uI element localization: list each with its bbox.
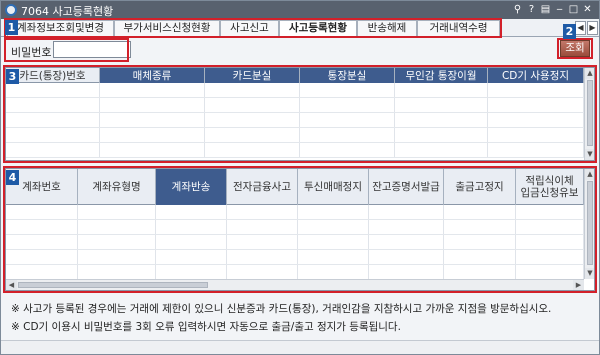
- minimize-icon[interactable]: ‒: [553, 3, 566, 16]
- app-icon: [5, 4, 17, 16]
- col-withdrawal-suspend[interactable]: 출금고정지: [444, 169, 516, 205]
- card-accident-grid: 카드(통장)번호 매체종류 카드분실 통장분실 무인감 통장이월 CD기 사용정…: [5, 67, 595, 161]
- scroll-right-icon[interactable]: ▶: [573, 280, 584, 290]
- card-grid-body: [6, 83, 584, 158]
- password-input[interactable]: [53, 41, 131, 58]
- tab-accident-report[interactable]: 사고신고: [220, 20, 279, 37]
- account-grid-body: [6, 205, 584, 280]
- scroll-thumb[interactable]: [587, 80, 593, 146]
- col-card-lost[interactable]: 카드분실: [205, 68, 300, 83]
- account-grid-vscrollbar[interactable]: ▲ ▼: [584, 169, 594, 279]
- col-e-finance-accident[interactable]: 전자금융사고: [227, 169, 298, 205]
- tab-bar: 계좌정보조회및변경 부가서비스신청현황 사고신고 사고등록현황 반송해제 거래내…: [1, 19, 599, 38]
- tab-return-release[interactable]: 반송해제: [357, 20, 417, 37]
- scroll-down-icon[interactable]: ▼: [585, 149, 594, 160]
- tab-accident-status[interactable]: 사고등록현황: [279, 20, 357, 38]
- status-bar: [1, 340, 599, 354]
- tab-additional-service[interactable]: 부가서비스신청현황: [114, 20, 220, 37]
- scroll-thumb[interactable]: [587, 181, 593, 265]
- scroll-up-icon[interactable]: ▲: [585, 68, 594, 79]
- search-window-icon[interactable]: ⚲: [511, 3, 524, 16]
- table-row[interactable]: [6, 205, 584, 220]
- col-cd-suspend[interactable]: CD기 사용정지: [488, 68, 584, 83]
- table-row[interactable]: [6, 250, 584, 265]
- col-passbook-lost[interactable]: 통장분실: [300, 68, 395, 83]
- col-media-type[interactable]: 매체종류: [100, 68, 205, 83]
- menu-icon[interactable]: ▤: [539, 3, 552, 16]
- tab-next-button[interactable]: ▶: [587, 21, 598, 35]
- table-row[interactable]: [6, 113, 584, 128]
- badge-4: 4: [6, 170, 19, 185]
- notice-text: ※ CD기 이용시 비밀번호를 3회 오류 입력하시면 자동으로 출금/출고 정…: [11, 321, 401, 333]
- table-row[interactable]: [6, 98, 584, 113]
- search-button[interactable]: 조회: [560, 40, 590, 57]
- notice-text: ※ 사고가 등록된 경우에는 거래에 제한이 있으니 신분증과 카드(통장), …: [11, 303, 552, 315]
- badge-1: 1: [5, 20, 18, 35]
- account-accident-grid: 계좌번호 계좌유형명 계좌반송 전자금융사고 투신매매정지 잔고증명서발급 출금…: [5, 168, 595, 291]
- account-grid-header: 계좌번호 계좌유형명 계좌반송 전자금융사고 투신매매정지 잔고증명서발급 출금…: [6, 169, 584, 205]
- col-card-number[interactable]: 카드(통장)번호: [6, 68, 100, 83]
- window-title: 7064 사고등록현황: [21, 5, 114, 18]
- tab-prev-button[interactable]: ◀: [575, 21, 586, 35]
- password-label: 비밀번호: [11, 46, 52, 59]
- col-fund-trade-suspend[interactable]: 투신매매정지: [298, 169, 369, 205]
- scroll-thumb[interactable]: [18, 282, 208, 288]
- card-grid-vscrollbar[interactable]: ▲ ▼: [584, 68, 594, 160]
- password-row: 비밀번호: [1, 38, 599, 62]
- table-row[interactable]: [6, 265, 584, 280]
- help-icon[interactable]: ?: [525, 3, 538, 16]
- card-grid-header: 카드(통장)번호 매체종류 카드분실 통장분실 무인감 통장이월 CD기 사용정…: [6, 68, 584, 83]
- table-row[interactable]: [6, 220, 584, 235]
- badge-2: 2: [563, 24, 576, 39]
- col-account-return[interactable]: 계좌반송: [156, 169, 227, 205]
- table-row[interactable]: [6, 235, 584, 250]
- table-row[interactable]: [6, 143, 584, 158]
- notice-area: ※ 사고가 등록된 경우에는 거래에 제한이 있으니 신분증과 카드(통장), …: [1, 293, 599, 337]
- tab-transaction-receipt[interactable]: 거래내역수령: [417, 20, 500, 37]
- col-installment-deferral[interactable]: 적립식이체 입금신청유보: [516, 169, 584, 205]
- maximize-icon[interactable]: □: [567, 3, 580, 16]
- col-sealless-passbook[interactable]: 무인감 통장이월: [395, 68, 488, 83]
- col-balance-certificate[interactable]: 잔고증명서발급: [369, 169, 444, 205]
- table-row[interactable]: [6, 83, 584, 98]
- col-account-type[interactable]: 계좌유형명: [78, 169, 156, 205]
- badge-3: 3: [6, 69, 19, 84]
- scroll-up-icon[interactable]: ▲: [585, 169, 594, 180]
- close-icon[interactable]: ✕: [581, 3, 594, 16]
- window: 7064 사고등록현황 ⚲ ? ▤ ‒ □ ✕ 계좌정보조회및변경 부가서비스신…: [0, 0, 600, 355]
- scroll-down-icon[interactable]: ▼: [585, 268, 594, 279]
- table-row[interactable]: [6, 128, 584, 143]
- title-bar[interactable]: 7064 사고등록현황 ⚲ ? ▤ ‒ □ ✕: [1, 1, 599, 19]
- account-grid-hscrollbar[interactable]: ◀ ▶: [6, 279, 584, 290]
- scroll-left-icon[interactable]: ◀: [6, 280, 17, 290]
- tab-account-info[interactable]: 계좌정보조회및변경: [7, 20, 114, 37]
